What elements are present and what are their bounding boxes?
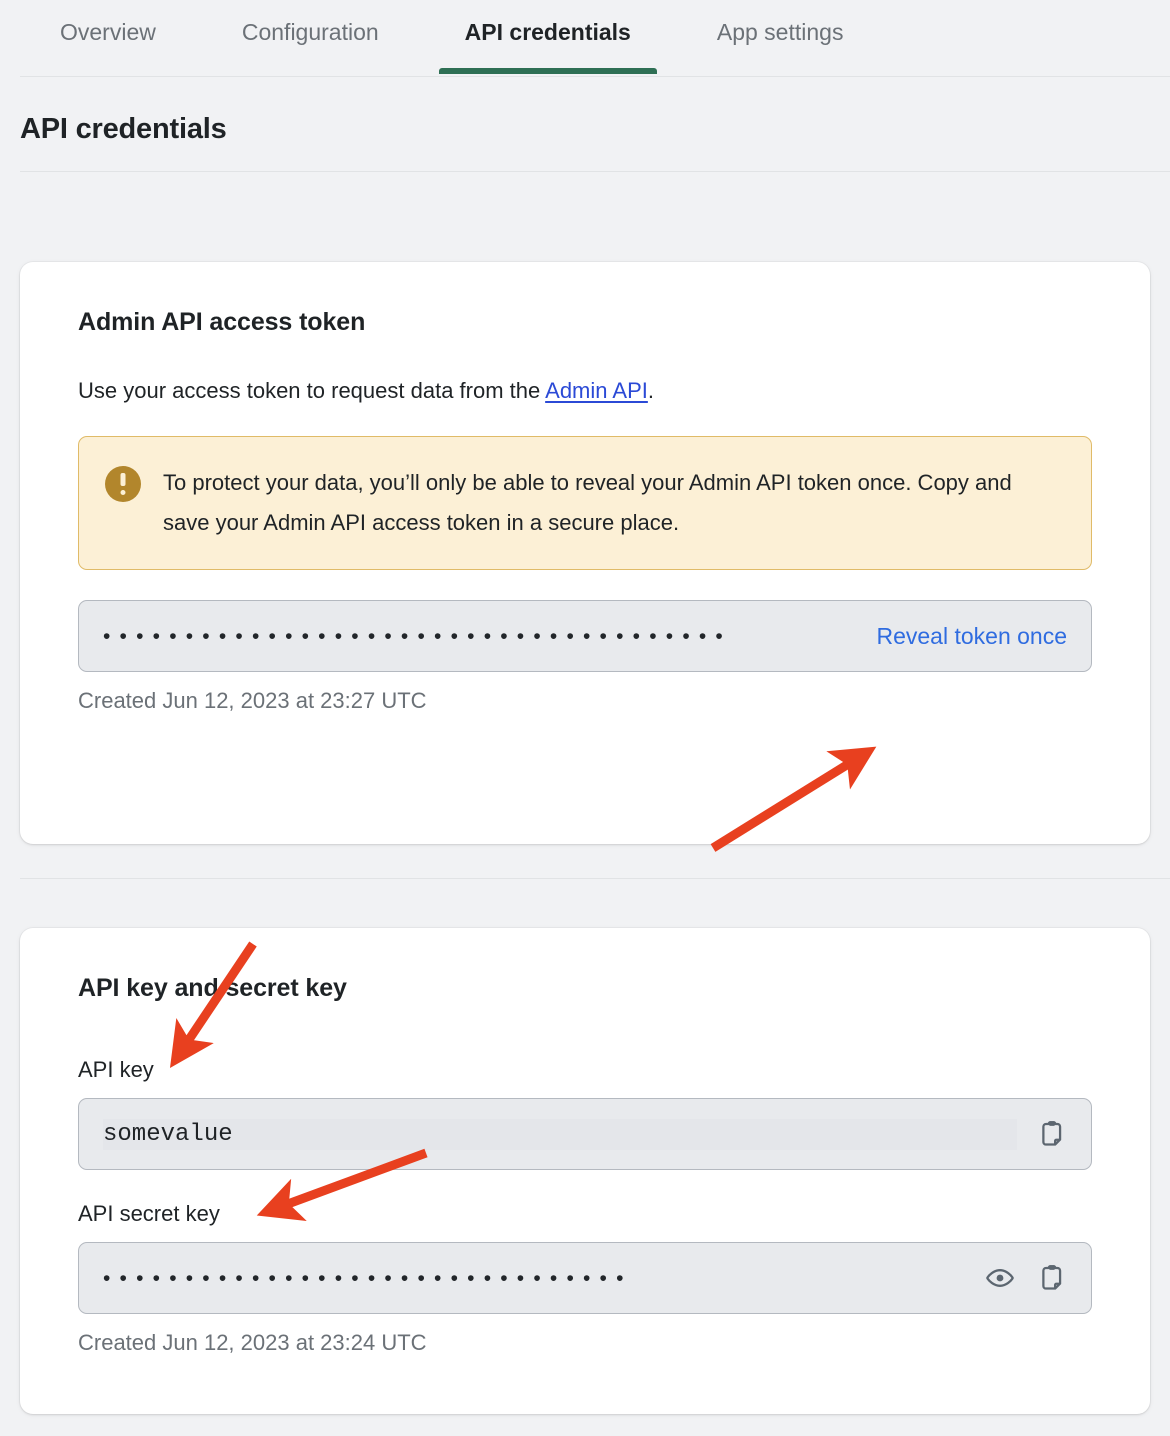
tab-bar: Overview Configuration API credentials A… (0, 0, 1170, 77)
clipboard-icon[interactable] (1035, 1117, 1069, 1151)
tab-overview[interactable]: Overview (60, 8, 156, 74)
admin-api-access-token-card: Admin API access token Use your access t… (20, 262, 1150, 844)
clipboard-icon[interactable] (1035, 1261, 1069, 1295)
tab-configuration[interactable]: Configuration (242, 8, 379, 74)
admin-api-token-description: Use your access token to request data fr… (78, 376, 1092, 406)
tab-api-credentials[interactable]: API credentials (438, 8, 658, 74)
admin-api-token-field[interactable]: •••••••••••••••••••••••••••••••••••••• R… (78, 600, 1092, 672)
tab-app-settings-label: App settings (716, 19, 844, 45)
api-secret-key-label: API secret key (78, 1201, 220, 1226)
tab-overview-label: Overview (60, 19, 156, 45)
api-key-actions (1017, 1117, 1069, 1151)
admin-api-token-title: Admin API access token (78, 308, 366, 336)
tab-configuration-label: Configuration (241, 19, 379, 45)
admin-api-token-masked-value: •••••••••••••••••••••••••••••••••••••• (103, 625, 732, 647)
api-key-label: API key (78, 1057, 154, 1082)
api-key-field[interactable]: somevalue (78, 1098, 1092, 1170)
api-secret-key-field[interactable]: •••••••••••••••••••••••••••••••• (78, 1242, 1092, 1314)
admin-api-token-created: Created Jun 12, 2023 at 23:27 UTC (78, 688, 427, 713)
api-key-and-secret-card: API key and secret key API key somevalue (20, 928, 1150, 1414)
api-key-value: somevalue (103, 1118, 1017, 1150)
admin-api-link[interactable]: Admin API (545, 378, 648, 403)
api-secret-key-created: Created Jun 12, 2023 at 23:24 UTC (78, 1330, 427, 1355)
header-divider (20, 171, 1170, 172)
token-warning-text: To protect your data, you’ll only be abl… (163, 470, 1012, 535)
page-title: API credentials (20, 113, 227, 145)
token-warning-banner: To protect your data, you’ll only be abl… (78, 436, 1092, 570)
section-divider (20, 878, 1170, 879)
eye-icon[interactable] (983, 1261, 1017, 1295)
api-key-secret-title: API key and secret key (78, 974, 347, 1002)
description-text-before: Use your access token to request data fr… (78, 378, 546, 403)
alert-circle-icon (105, 466, 141, 502)
api-credentials-page: Overview Configuration API credentials A… (0, 0, 1170, 1436)
page-header: API credentials (0, 77, 1170, 173)
api-secret-key-actions (965, 1261, 1069, 1295)
api-secret-key-masked-value: •••••••••••••••••••••••••••••••• (103, 1267, 633, 1289)
tab-api-credentials-label: API credentials (464, 19, 631, 45)
api-key-value-wrap: somevalue (103, 1118, 1017, 1150)
reveal-token-once-button[interactable]: Reveal token once (876, 623, 1069, 650)
tab-app-settings[interactable]: App settings (717, 8, 844, 74)
description-text-after: . (647, 378, 654, 403)
